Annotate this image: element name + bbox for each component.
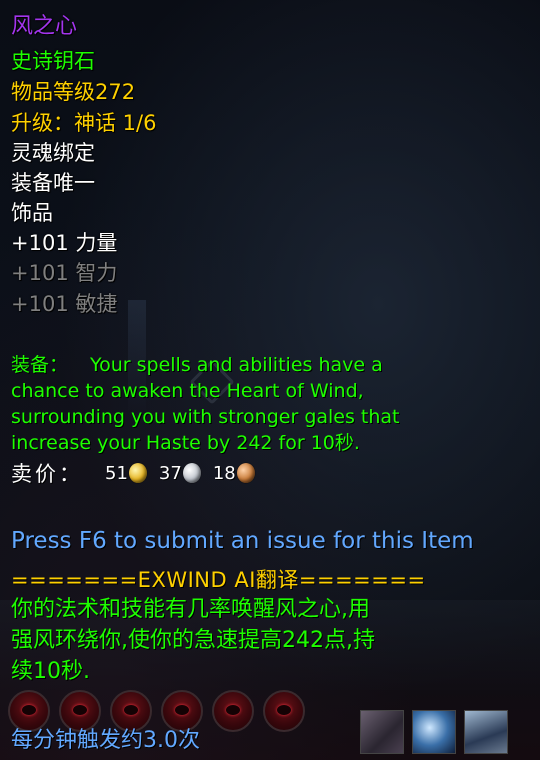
sell-price: 卖价： 51 37 18 [11, 458, 267, 488]
equip-effect: 装备： Your spells and abilities have a chan… [11, 352, 531, 456]
copper-amount: 18 [212, 462, 236, 484]
orb-icon [263, 690, 305, 732]
equip-line: surrounding you with stronger gales that [11, 406, 400, 428]
item-slot: 饰品 [11, 201, 53, 225]
equip-line: increase your Haste by 242 for 10秒. [11, 432, 360, 454]
stat-agility: +101 敏捷 [11, 292, 118, 316]
ability-slot-3[interactable] [464, 710, 508, 754]
stat-strength: +101 力量 [11, 231, 118, 255]
stat-intellect: +101 智力 [11, 261, 118, 285]
translation-text: 你的法术和技能有几率唤醒风之心,用 强风环绕你,使你的急速提高242点,持 续1… [11, 594, 531, 687]
gold-coin-icon [128, 463, 147, 483]
translation-line: 续10秒. [11, 659, 90, 684]
sell-label: 卖价： [11, 462, 83, 486]
upgrade-track: 升级：神话 1/6 [11, 111, 157, 135]
item-type: 史诗钥石 [11, 49, 95, 73]
copper-coin-icon [236, 463, 255, 483]
gold-amount: 51 [105, 462, 128, 484]
orb-icon [212, 690, 254, 732]
unique-text: 装备唯一 [11, 171, 95, 195]
silver-coin-icon [182, 463, 201, 483]
translation-separator: =======EXWIND AI翻译======= [11, 568, 426, 592]
equip-line: chance to awaken the Heart of Wind, [11, 380, 364, 402]
item-name: 风之心 [11, 14, 78, 39]
item-level: 物品等级272 [11, 80, 136, 104]
equip-line: Your spells and abilities have a [90, 354, 383, 376]
report-hint: Press F6 to submit an issue for this Ite… [11, 528, 474, 554]
equip-label: 装备： [11, 354, 69, 376]
ability-slot-1[interactable] [360, 710, 404, 754]
binding-text: 灵魂绑定 [11, 141, 95, 165]
action-bar-slots [360, 710, 516, 754]
translation-line: 你的法术和技能有几率唤醒风之心,用 [11, 597, 370, 622]
translation-line: 强风环绕你,使你的急速提高242点,持 [11, 628, 375, 653]
ability-slot-2[interactable] [412, 710, 456, 754]
proc-rate: 每分钟触发约3.0次 [11, 728, 200, 753]
silver-amount: 37 [158, 462, 182, 484]
